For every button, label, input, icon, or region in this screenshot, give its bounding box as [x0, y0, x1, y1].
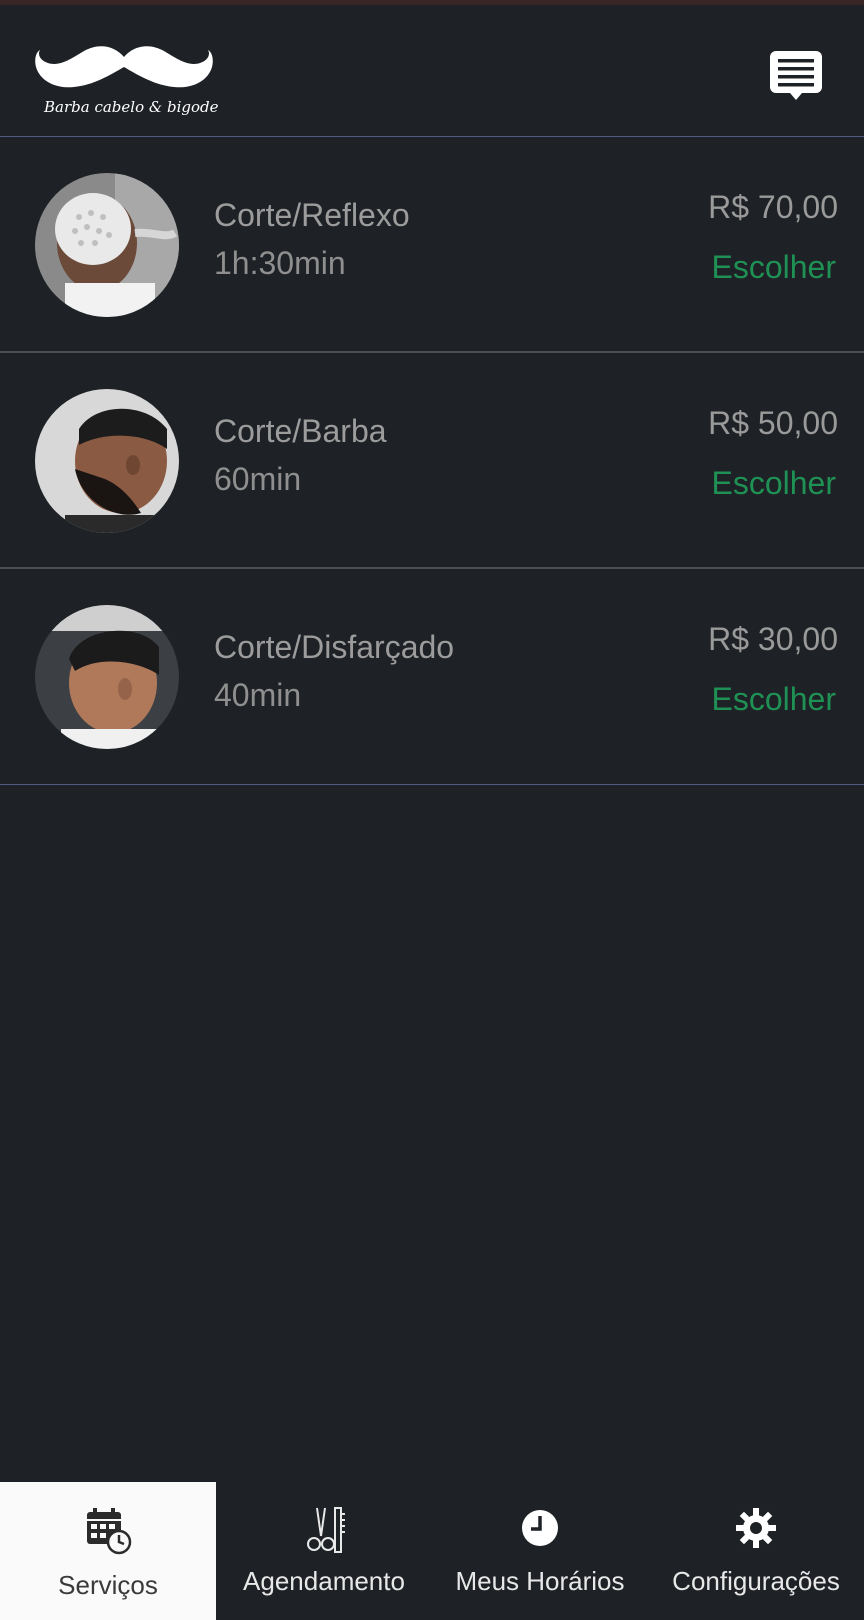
service-name: Corte/Reflexo — [214, 197, 410, 233]
service-name: Corte/Barba — [214, 413, 387, 449]
brand-tagline: Barba cabelo & bigode — [44, 98, 219, 116]
bottom-navigation: Serviços Agendamento Meus Horários Confi… — [0, 1482, 864, 1620]
nav-label: Agendamento — [243, 1566, 405, 1596]
nav-label: Meus Horários — [455, 1566, 625, 1596]
service-item[interactable]: Corte/Disfarçado 40min R$ 30,00 Escolher — [0, 569, 864, 785]
service-duration: 40min — [214, 677, 302, 713]
messages-button[interactable] — [766, 47, 826, 107]
service-item[interactable]: Corte/Barba 60min R$ 50,00 Escolher — [0, 353, 864, 569]
service-duration: 60min — [214, 461, 302, 497]
service-price: R$ 50,00 — [708, 405, 838, 441]
service-photo — [35, 605, 179, 749]
service-name: Corte/Disfarçado — [214, 629, 455, 665]
mustache-logo-icon — [35, 46, 213, 88]
service-photo — [35, 173, 179, 317]
clock-icon — [522, 1510, 558, 1546]
nav-label: Serviços — [58, 1570, 158, 1600]
calendar-clock-icon — [87, 1508, 132, 1555]
service-item[interactable]: Corte/Reflexo 1h:30min R$ 70,00 Escolher — [0, 137, 864, 353]
service-price: R$ 30,00 — [708, 621, 838, 657]
service-photo — [35, 389, 179, 533]
scissors-comb-icon — [307, 1507, 345, 1553]
service-duration: 1h:30min — [214, 245, 346, 281]
brand-logo[interactable]: Barba cabelo & bigode — [34, 43, 224, 125]
service-price: R$ 70,00 — [708, 189, 838, 225]
choose-button[interactable]: Escolher — [712, 681, 837, 718]
nav-tab-agendamento[interactable]: Agendamento — [216, 1482, 432, 1620]
nav-tab-meus-horarios[interactable]: Meus Horários — [432, 1482, 648, 1620]
chat-list-icon — [770, 51, 822, 100]
app-header: Barba cabelo & bigode — [0, 5, 864, 137]
services-list: Corte/Reflexo 1h:30min R$ 70,00 Escolher… — [0, 137, 864, 785]
nav-tab-servicos[interactable]: Serviços — [0, 1482, 216, 1620]
choose-button[interactable]: Escolher — [712, 249, 837, 286]
gear-icon — [736, 1508, 776, 1548]
nav-label: Configurações — [672, 1566, 840, 1596]
nav-tab-configuracoes[interactable]: Configurações — [648, 1482, 864, 1620]
choose-button[interactable]: Escolher — [712, 465, 837, 502]
